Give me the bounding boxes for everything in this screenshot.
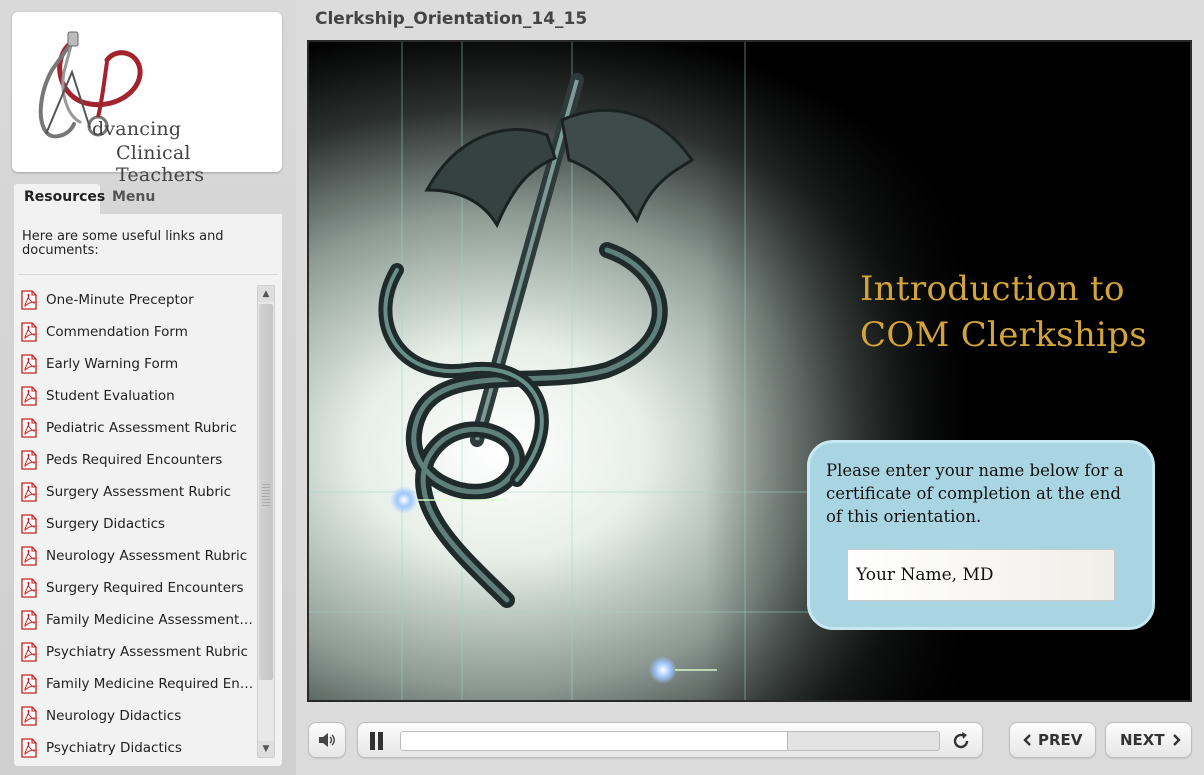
resource-link[interactable]: Surgery Required Encounters bbox=[20, 572, 256, 604]
resource-link[interactable]: Student Evaluation bbox=[20, 380, 256, 412]
pdf-icon bbox=[21, 514, 37, 534]
resource-link[interactable]: Early Warning Form bbox=[20, 348, 256, 380]
name-prompt: Please enter your name below for a certi… bbox=[826, 461, 1124, 526]
pause-icon bbox=[370, 732, 375, 750]
resource-link-label: Family Medicine Assessment ... bbox=[46, 612, 254, 628]
resource-link[interactable]: Neurology Didactics bbox=[20, 700, 256, 732]
scroll-grip bbox=[262, 484, 270, 506]
resource-link[interactable]: Commendation Form bbox=[20, 316, 256, 348]
resource-link-label: Psychiatry Didactics bbox=[46, 740, 182, 756]
pdf-icon bbox=[21, 578, 37, 598]
slide-heading: Introduction to COM Clerkships bbox=[860, 266, 1180, 358]
resource-link-label: Surgery Assessment Rubric bbox=[46, 484, 232, 500]
course-title: Clerkship_Orientation_14_15 bbox=[315, 9, 588, 29]
slide-heading-line2: COM Clerkships bbox=[860, 315, 1148, 355]
progress-fill bbox=[401, 732, 789, 750]
playback-bar bbox=[357, 722, 983, 758]
resource-link[interactable]: Family Medicine Assessment ... bbox=[20, 604, 256, 636]
pdf-icon bbox=[21, 642, 37, 662]
chevron-right-icon bbox=[1173, 734, 1181, 746]
resource-link[interactable]: Peds Required Encounters bbox=[20, 444, 256, 476]
resource-link-label: Neurology Didactics bbox=[46, 708, 182, 724]
slide-heading-line1: Introduction to bbox=[860, 269, 1125, 309]
sidebar-tabs: Resources Menu bbox=[12, 184, 282, 215]
resources-list: One-Minute Preceptor Commendation Form E… bbox=[20, 284, 256, 764]
resource-link-label: Psychiatry Assessment Rubric bbox=[46, 644, 248, 660]
resource-link-label: Early Warning Form bbox=[46, 356, 179, 372]
resource-link-label: Surgery Required Encounters bbox=[46, 580, 244, 596]
pause-button[interactable] bbox=[368, 732, 386, 750]
resource-link[interactable]: Surgery Assessment Rubric bbox=[20, 476, 256, 508]
replay-icon[interactable] bbox=[950, 730, 972, 752]
resource-link-label: Family Medicine Required Enc... bbox=[46, 676, 254, 692]
resource-link-label: Surgery Didactics bbox=[46, 516, 166, 532]
resource-link-label: One-Minute Preceptor bbox=[46, 292, 194, 308]
pdf-icon bbox=[21, 610, 37, 630]
pdf-icon bbox=[21, 450, 37, 470]
slide-stage: Introduction to COM Clerkships Please en… bbox=[307, 40, 1192, 702]
resource-link[interactable]: Psychiatry Assessment Rubric bbox=[20, 636, 256, 668]
resource-link[interactable]: Surgery Didactics bbox=[20, 508, 256, 540]
volume-button[interactable] bbox=[308, 722, 346, 758]
resource-link[interactable]: One-Minute Preceptor bbox=[20, 284, 256, 316]
next-button[interactable]: NEXT bbox=[1105, 722, 1192, 758]
resources-scrollbar[interactable]: ▲ ▼ bbox=[257, 285, 275, 758]
name-input[interactable] bbox=[847, 549, 1115, 601]
pdf-icon bbox=[21, 706, 37, 726]
pdf-icon bbox=[21, 386, 37, 406]
resources-panel: Here are some useful links and documents… bbox=[14, 214, 282, 766]
sidebar: dvancing Clinical Teachers Resources Men… bbox=[0, 0, 296, 775]
resource-link-label: Student Evaluation bbox=[46, 388, 175, 404]
pdf-icon bbox=[21, 674, 37, 694]
next-label: NEXT bbox=[1120, 731, 1165, 749]
name-entry-box: Please enter your name below for a certi… bbox=[807, 440, 1155, 630]
prev-label: PREV bbox=[1038, 731, 1083, 749]
pdf-icon bbox=[21, 482, 37, 502]
prev-button[interactable]: PREV bbox=[1009, 722, 1096, 758]
scroll-up-arrow-icon[interactable]: ▲ bbox=[258, 286, 274, 302]
divider bbox=[18, 274, 278, 275]
chevron-left-icon bbox=[1023, 734, 1031, 746]
pdf-icon bbox=[21, 546, 37, 566]
logo: dvancing Clinical Teachers bbox=[12, 12, 282, 186]
resource-link-label: Peds Required Encounters bbox=[46, 452, 223, 468]
resources-intro: Here are some useful links and documents… bbox=[22, 229, 224, 258]
pdf-icon bbox=[21, 322, 37, 342]
pdf-icon bbox=[21, 354, 37, 374]
scroll-down-arrow-icon[interactable]: ▼ bbox=[258, 741, 274, 757]
pdf-icon bbox=[21, 418, 37, 438]
resource-link-label: Commendation Form bbox=[46, 324, 188, 340]
progress-bar[interactable] bbox=[400, 731, 940, 751]
resource-link[interactable]: Psychiatry Didactics bbox=[20, 732, 256, 764]
resource-link-label: Neurology Assessment Rubric bbox=[46, 548, 248, 564]
logo-text-line1: dvancing bbox=[92, 118, 182, 140]
speaker-icon bbox=[319, 733, 335, 747]
tab-menu[interactable]: Menu bbox=[102, 184, 165, 215]
resource-link[interactable]: Pediatric Assessment Rubric bbox=[20, 412, 256, 444]
tab-resources[interactable]: Resources bbox=[14, 184, 105, 215]
pdf-icon bbox=[21, 290, 37, 310]
pdf-icon bbox=[21, 738, 37, 758]
resource-link-label: Pediatric Assessment Rubric bbox=[46, 420, 237, 436]
resource-link[interactable]: Family Medicine Required Enc... bbox=[20, 668, 256, 700]
resource-link[interactable]: Neurology Assessment Rubric bbox=[20, 540, 256, 572]
scroll-thumb[interactable] bbox=[259, 304, 273, 680]
logo-text-line2: Clinical Teachers bbox=[116, 142, 205, 186]
